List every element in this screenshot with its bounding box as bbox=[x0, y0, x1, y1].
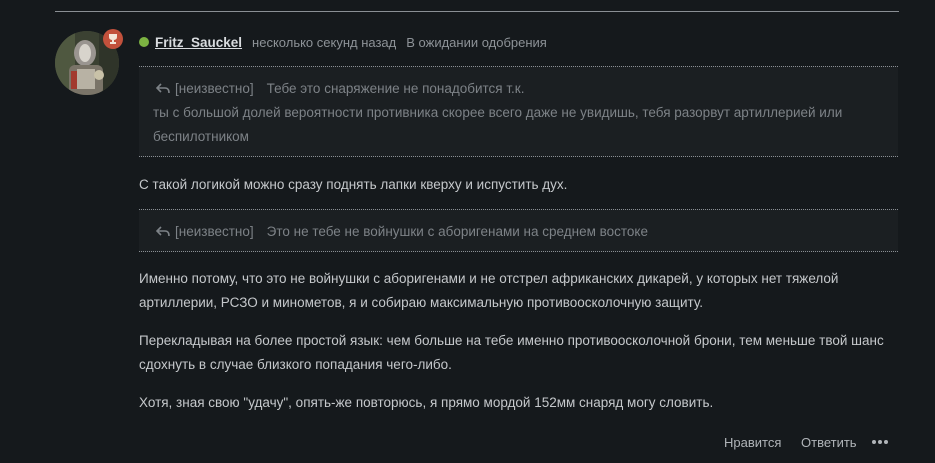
quote-header: [неизвестно] Тебе это снаряжение не пона… bbox=[156, 81, 524, 96]
quote-block: [неизвестно] Тебе это снаряжение не пона… bbox=[139, 66, 898, 157]
more-dots-icon bbox=[872, 440, 888, 444]
like-button[interactable]: Нравится bbox=[724, 432, 781, 452]
trophy-icon bbox=[103, 29, 123, 49]
quote-first-line: Тебе это снаряжение не понадобится т.к. bbox=[266, 81, 525, 96]
comment-paragraph: Именно потому, что это не войнушки с або… bbox=[139, 271, 839, 310]
quote-continuation: ты с большой долей вероятности противник… bbox=[153, 105, 843, 144]
comment-time[interactable]: несколько секунд назад bbox=[252, 35, 396, 50]
author-link[interactable]: Fritz_Sauckel bbox=[155, 35, 242, 50]
quote-first-line: Это не тебе не войнушки с аборигенами на… bbox=[266, 224, 648, 239]
quote-header: [неизвестно] Это не тебе не войнушки с а… bbox=[156, 224, 648, 239]
moderation-status: В ожидании одобрения bbox=[406, 34, 547, 50]
more-button[interactable] bbox=[872, 432, 888, 452]
comment-paragraph: Перекладывая на более простой язык: чем … bbox=[139, 333, 884, 372]
top-divider bbox=[55, 11, 899, 12]
quote-author[interactable]: [неизвестно] bbox=[175, 224, 254, 239]
comment-paragraph: Хотя, зная свою "удачу", опять-же повтор… bbox=[139, 395, 714, 410]
comment-page: Fritz_Sauckel несколько секунд назад В о… bbox=[0, 0, 935, 463]
avatar-container[interactable] bbox=[55, 29, 123, 95]
quote-author[interactable]: [неизвестно] bbox=[175, 81, 254, 96]
comment-meta: Fritz_Sauckel несколько секунд назад В о… bbox=[139, 33, 547, 51]
reply-button[interactable]: Ответить bbox=[801, 432, 857, 452]
reply-arrow-icon[interactable] bbox=[156, 82, 170, 95]
reply-arrow-icon[interactable] bbox=[156, 225, 170, 238]
quote-block: [неизвестно] Это не тебе не войнушки с а… bbox=[139, 209, 898, 252]
comment-paragraph: С такой логикой можно сразу поднять лапк… bbox=[139, 177, 568, 192]
online-status-icon bbox=[139, 37, 149, 47]
